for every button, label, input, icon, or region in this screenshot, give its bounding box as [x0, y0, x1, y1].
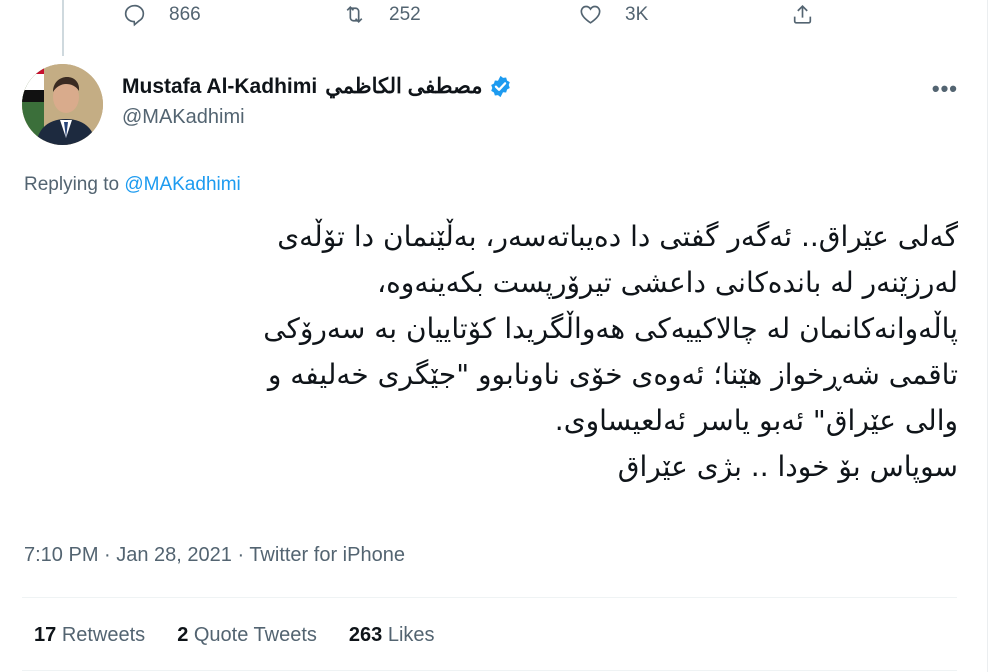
tweet-author-header: Mustafa Al-Kadhimi مصطفى الكاظمي @MAKadh…: [22, 64, 982, 148]
likes-label: Likes: [387, 624, 435, 646]
retweet-button[interactable]: 252: [342, 2, 421, 27]
verified-badge-icon: [491, 75, 511, 98]
like-count: 3K: [625, 3, 649, 25]
reply-count: 866: [169, 3, 201, 25]
replying-to-mention[interactable]: @MAKadhimi: [124, 174, 240, 195]
retweet-icon: [346, 6, 363, 23]
tweet-text-line: والی عێراق" ئەبو یاسر ئەلعیساوی.: [554, 404, 958, 437]
reply-icon: [124, 4, 145, 27]
retweets-count: 17: [34, 624, 57, 646]
tweet-text-line: لەرزێنەر لە باندەکانی داعشی تیرۆرپست بکە…: [377, 266, 958, 299]
display-name-arabic: مصطفى الكاظمي: [325, 75, 483, 98]
scrollbar-track[interactable]: [987, 0, 1002, 672]
quote-tweets-count: 2: [177, 624, 189, 646]
reply-button[interactable]: 866: [122, 2, 201, 27]
retweets-label: Retweets: [61, 624, 146, 646]
user-handle[interactable]: @MAKadhimi: [122, 106, 245, 129]
divider: [22, 597, 957, 598]
display-name: Mustafa Al-Kadhimi: [122, 74, 318, 98]
divider: [22, 670, 957, 671]
avatar-image: [22, 64, 103, 145]
share-button[interactable]: [790, 2, 837, 27]
previous-tweet-action-bar: 866 252 3K: [0, 0, 1002, 34]
engagement-stats: 17 Retweets 2 Quote Tweets 263 Likes: [34, 624, 467, 647]
tweet-timestamp[interactable]: 7:10 PM · Jan 28, 2021 · Twitter for iPh…: [24, 544, 405, 567]
tweet-text: گەلی عێراق.. ئەگەر گفتی دا دەیباتەسەر، ب…: [28, 214, 958, 490]
more-options-icon[interactable]: •••: [932, 76, 958, 102]
quote-tweets-label: Quote Tweets: [193, 624, 317, 646]
heart-icon: [580, 5, 601, 24]
likes-stat[interactable]: 263 Likes: [349, 624, 435, 647]
quote-tweets-stat[interactable]: 2 Quote Tweets: [177, 624, 317, 647]
replying-to-label: Replying to: [24, 174, 120, 195]
like-button[interactable]: 3K: [578, 2, 648, 27]
retweets-stat[interactable]: 17 Retweets: [34, 624, 145, 647]
tweet-text-line: سوپاس بۆ خودا .. بژی عێراق: [617, 450, 958, 483]
retweet-count: 252: [389, 3, 421, 25]
avatar[interactable]: [22, 64, 103, 145]
tweet-text-line: گەلی عێراق.. ئەگەر گفتی دا دەیباتەسەر، ب…: [277, 220, 958, 253]
display-name-row[interactable]: Mustafa Al-Kadhimi مصطفى الكاظمي: [122, 74, 513, 99]
replying-to-line: Replying to @MAKadhimi: [24, 174, 241, 196]
tweet-text-line: تاقمی شەڕخواز هێنا؛ ئەوەی خۆی ناونابوو "…: [267, 358, 958, 391]
share-icon: [793, 4, 812, 24]
likes-count: 263: [348, 624, 383, 646]
tweet-text-line: پاڵەوانەکانمان لە چالاکییەکی هەواڵگریدا …: [263, 312, 958, 345]
